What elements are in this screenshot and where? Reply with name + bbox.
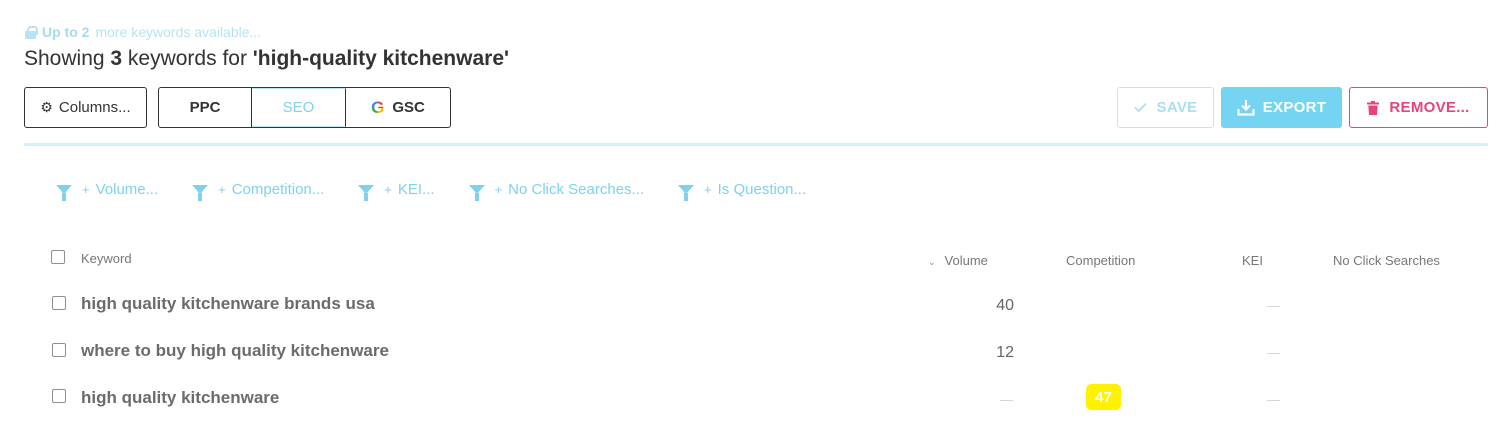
kei-cell: — [1267,298,1280,313]
column-header-keyword[interactable]: Keyword [81,251,132,266]
plus-icon: + [82,181,90,197]
funnel-icon [192,184,209,201]
row-checkbox[interactable] [52,296,66,310]
filter-label: Competition... [231,180,325,198]
filter-label: Volume... [95,180,159,198]
save-button[interactable]: SAVE [1117,87,1214,128]
search-query: 'high-quality kitchenware' [252,47,509,70]
table-row: where to buy high quality kitchenware 12… [24,331,1484,377]
tab-gsc-label: GSC [392,99,425,116]
volume-cell: 12 [996,344,1014,361]
funnel-icon [678,184,695,201]
kei-cell: — [1267,345,1280,360]
columns-button[interactable]: ⚙ Columns... [24,87,147,128]
lock-icon [25,25,38,39]
title-middle: keywords for [122,47,253,70]
remove-button[interactable]: REMOVE... [1349,87,1488,128]
gear-icon: ⚙ [40,99,53,115]
check-icon [1133,102,1147,113]
column-header-no-click-searches[interactable]: No Click Searches [1333,253,1440,268]
export-button[interactable]: EXPORT [1221,87,1342,128]
data-source-tabs: PPC SEO G GSC [158,87,451,128]
tab-gsc[interactable]: G GSC [346,88,450,127]
kei-cell: — [1267,392,1280,407]
divider [24,143,1488,146]
filter-label: No Click Searches... [508,180,645,198]
download-icon [1237,100,1255,116]
google-icon: G [371,97,385,117]
columns-label: Columns... [58,99,131,116]
keyword-cell[interactable]: high quality kitchenware [81,388,279,408]
column-header-competition[interactable]: Competition [1066,253,1135,268]
competition-badge: 47 [1086,384,1121,410]
tab-ppc[interactable]: PPC [159,88,252,127]
trash-icon [1367,100,1380,115]
upgrade-notice-text: more keywords available... [95,24,262,40]
plus-icon: + [494,181,503,197]
column-header-volume-label: Volume [944,253,988,268]
page-title: Showing 3 keywords for 'high-quality kit… [24,47,509,71]
keyword-cell[interactable]: high quality kitchenware brands usa [81,294,375,314]
remove-label: REMOVE... [1389,99,1470,116]
funnel-icon [468,184,485,201]
filter-kei[interactable]: + KEI... [358,180,435,201]
chevron-down-icon: ⌄ [928,257,936,267]
filter-label: KEI... [397,180,435,198]
filter-bar: + Volume... + Competition... + KEI... + … [56,178,840,201]
volume-cell: — [1000,392,1013,407]
save-label: SAVE [1156,99,1198,116]
upgrade-notice-bold: Up to 2 [42,24,90,40]
filter-is-question[interactable]: + Is Question... [678,180,807,201]
table-header: Keyword ⌄ Volume Competition KEI No Click… [24,240,1484,276]
filter-competition[interactable]: + Competition... [192,180,325,201]
plus-icon: + [704,181,712,197]
keyword-cell[interactable]: where to buy high quality kitchenware [81,341,389,361]
funnel-icon [56,184,72,201]
filter-volume[interactable]: + Volume... [56,180,159,201]
tab-seo-label: SEO [282,99,315,116]
keyword-count: 3 [110,47,123,70]
upgrade-notice[interactable]: Up to 2 more keywords available... [25,24,261,40]
funnel-icon [358,184,375,201]
column-header-kei[interactable]: KEI [1242,253,1263,268]
filter-no-click-searches[interactable]: + No Click Searches... [468,180,645,201]
row-checkbox[interactable] [52,343,66,357]
volume-cell: 40 [996,297,1014,314]
tab-seo[interactable]: SEO [252,88,346,127]
plus-icon: + [218,181,226,197]
tab-ppc-label: PPC [189,99,221,116]
table-row: high quality kitchenware brands usa 40 — [24,284,1484,330]
table-row: high quality kitchenware — 47 — [24,378,1484,422]
plus-icon: + [384,181,392,197]
title-prefix: Showing [24,47,111,70]
export-label: EXPORT [1262,99,1327,116]
select-all-checkbox[interactable] [51,250,65,264]
column-header-volume[interactable]: ⌄ Volume [928,253,988,268]
row-checkbox[interactable] [52,389,66,403]
filter-label: Is Question... [717,180,807,198]
